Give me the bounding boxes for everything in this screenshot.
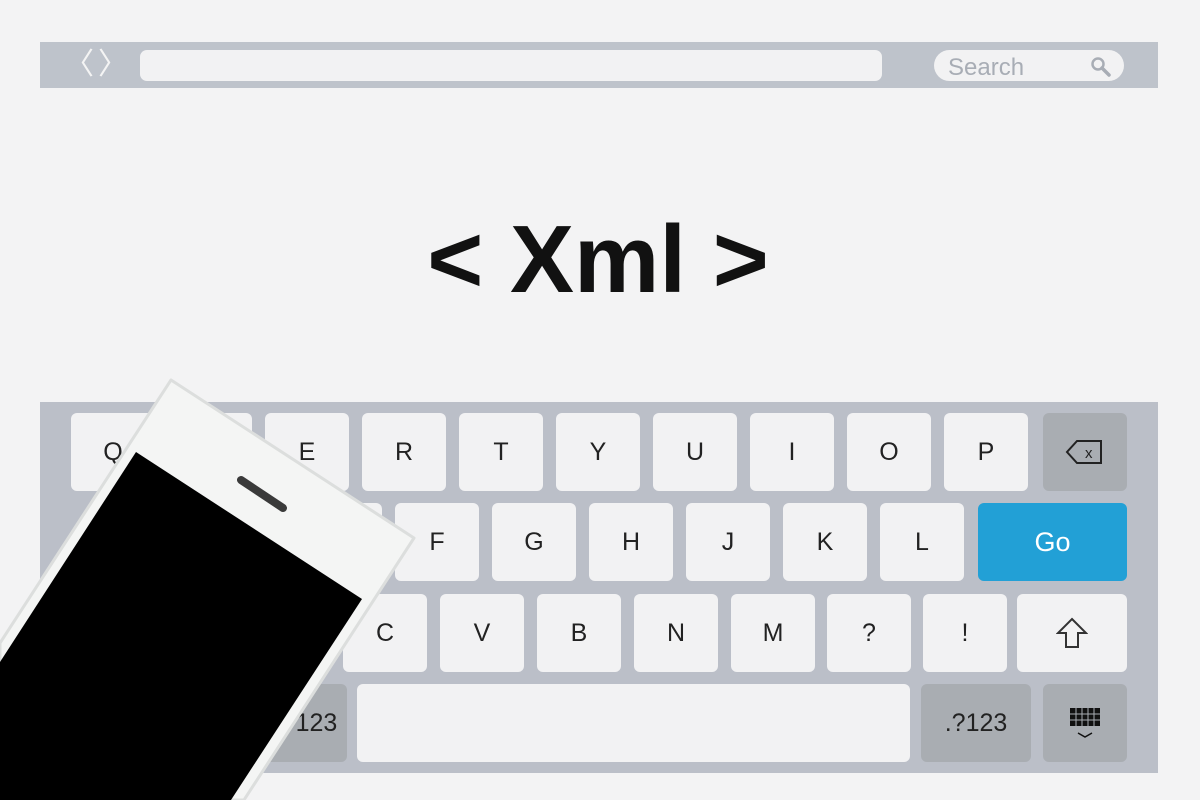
key-p[interactable]: P (944, 413, 1028, 491)
key-exclamation[interactable]: ! (923, 594, 1007, 672)
search-icon (1091, 57, 1111, 77)
key-d[interactable]: D (298, 503, 382, 581)
key-question[interactable]: ? (827, 594, 911, 672)
page-heading: < Xml > (427, 206, 769, 313)
space-bar[interactable] (357, 684, 910, 762)
keyboard-hide-icon (1070, 708, 1100, 738)
numbers-key-right[interactable]: .?123 (921, 684, 1031, 762)
key-z[interactable]: Z (149, 594, 233, 672)
key-s[interactable]: S (201, 503, 285, 581)
shift-key[interactable] (1017, 594, 1127, 672)
key-u[interactable]: U (653, 413, 737, 491)
key-w[interactable]: W (168, 413, 252, 491)
key-q[interactable]: Q (71, 413, 155, 491)
key-a[interactable]: A (104, 503, 188, 581)
backspace-x-icon: x (1065, 440, 1102, 464)
key-g[interactable]: G (492, 503, 576, 581)
shift-arrow-icon (1056, 617, 1088, 648)
key-e[interactable]: E (265, 413, 349, 491)
key-h[interactable]: H (589, 503, 673, 581)
key-l[interactable]: L (880, 503, 964, 581)
key-m[interactable]: M (731, 594, 815, 672)
key-v[interactable]: V (440, 594, 524, 672)
key-b[interactable]: B (537, 594, 621, 672)
backspace-key[interactable]: x (1043, 413, 1127, 491)
go-button[interactable]: Go (978, 503, 1127, 581)
search-field[interactable]: Search (934, 50, 1124, 81)
numbers-key-left[interactable]: .?123 (265, 684, 347, 762)
key-k[interactable]: K (783, 503, 867, 581)
on-screen-keyboard: Q W E R T Y U I O Px A S D F G H J K L Go Z X C V B N M?! .?123 .?12… (40, 402, 1158, 773)
key-o[interactable]: O (847, 413, 931, 491)
address-bar[interactable] (140, 50, 882, 81)
key-j[interactable]: J (686, 503, 770, 581)
key-i[interactable]: I (750, 413, 834, 491)
forward-button[interactable]: 〉 (98, 48, 128, 82)
key-x[interactable]: X (246, 594, 330, 672)
key-n[interactable]: N (634, 594, 718, 672)
browser-toolbar: 〈 〉 Search (40, 42, 1158, 88)
key-t[interactable]: T (459, 413, 543, 491)
back-button[interactable]: 〈 (64, 48, 94, 82)
svg-text:x: x (1085, 445, 1093, 462)
hide-keyboard-key[interactable] (1043, 684, 1127, 762)
key-y[interactable]: Y (556, 413, 640, 491)
key-f[interactable]: F (395, 503, 479, 581)
search-placeholder: Search (948, 54, 1025, 81)
emoji-key[interactable] (71, 684, 251, 762)
key-r[interactable]: R (362, 413, 446, 491)
key-c[interactable]: C (343, 594, 427, 672)
